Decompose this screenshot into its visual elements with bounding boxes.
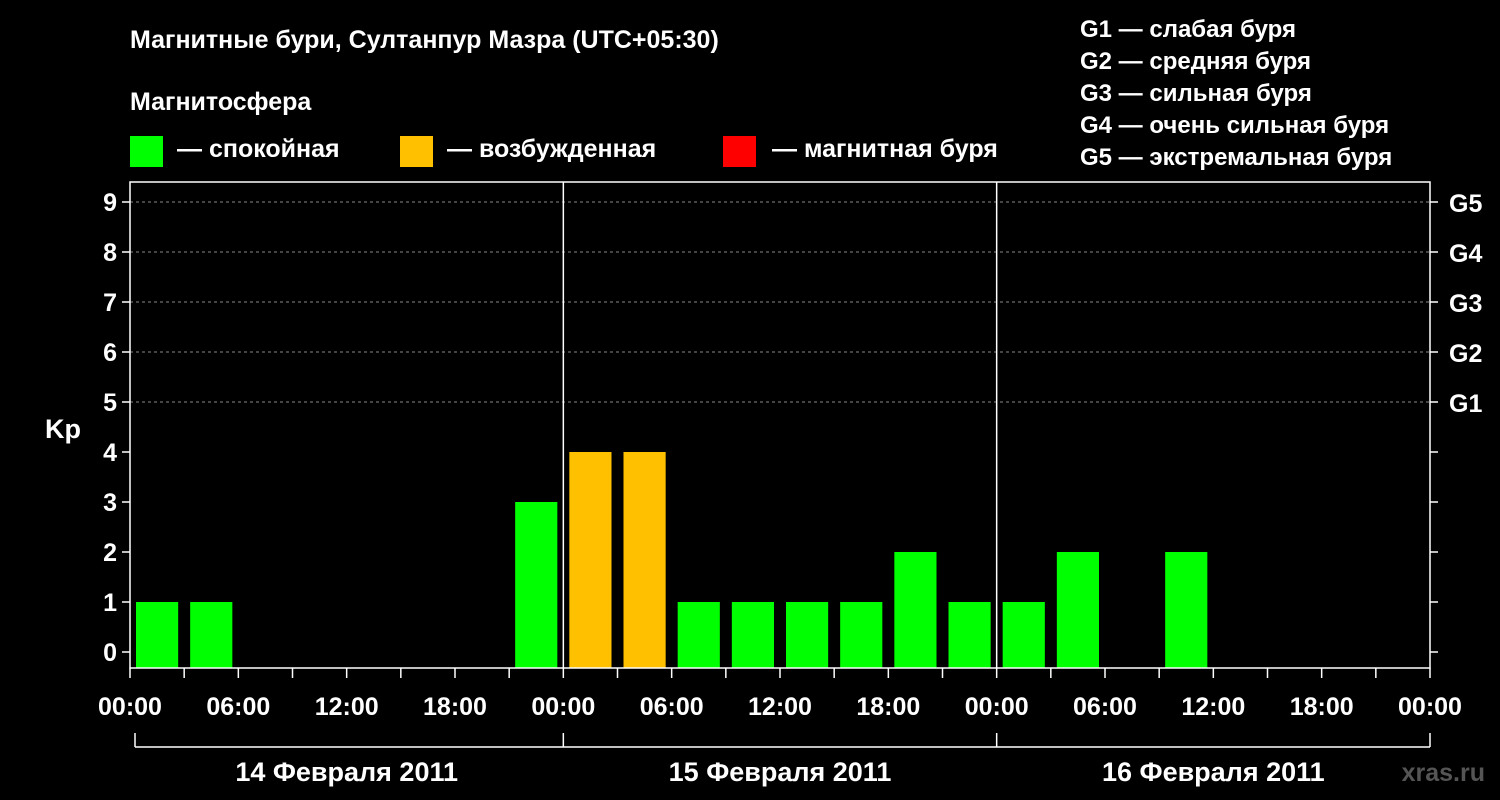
legend-heading: Магнитосфера	[130, 88, 312, 116]
legend-label-calm: — спокойная	[177, 135, 340, 163]
watermark: xras.ru	[1402, 759, 1485, 787]
kp-bar	[677, 602, 720, 668]
day-label: 14 Февраля 2011	[235, 757, 458, 787]
legend: — спокойная — возбужденная — магнитная б…	[130, 135, 998, 167]
y-tick-label: 5	[103, 389, 117, 417]
y-tick-label: 2	[103, 539, 117, 567]
day-label: 16 Февраля 2011	[1102, 757, 1325, 787]
x-tick-label: 00:00	[98, 693, 162, 721]
y-tick-label: 3	[103, 489, 117, 517]
x-tick-label: 00:00	[1398, 693, 1462, 721]
chart-title: Магнитные бури, Султанпур Мазра (UTC+05:…	[130, 26, 719, 54]
day-label: 15 Февраля 2011	[669, 757, 892, 787]
y-tick-label: 6	[103, 339, 117, 367]
g-scale-legend-g1: G1 — слабая буря	[1080, 16, 1296, 43]
y-tick-label: 7	[103, 289, 117, 317]
x-tick-label: 00:00	[531, 693, 595, 721]
x-tick-label: 12:00	[748, 693, 812, 721]
kp-bar	[1002, 602, 1045, 668]
y-tick-label: 0	[103, 639, 117, 667]
g-scale-legend-g2: G2 — средняя буря	[1080, 48, 1311, 75]
kp-bar	[786, 602, 829, 668]
kp-bar	[136, 602, 179, 668]
g-tick-label: G1	[1449, 390, 1482, 418]
g-scale-legend-g5: G5 — экстремальная буря	[1080, 144, 1392, 171]
kp-bar	[1056, 552, 1099, 668]
x-tick-label: 06:00	[206, 693, 270, 721]
kp-bar	[569, 452, 612, 668]
y-axis-label: Kp	[45, 414, 81, 444]
kp-bar	[731, 602, 774, 668]
legend-label-excited: — возбужденная	[447, 135, 656, 163]
legend-label-storm: — магнитная буря	[772, 135, 998, 163]
kp-bar	[623, 452, 666, 668]
legend-swatch-calm	[130, 136, 163, 167]
x-tick-label: 12:00	[315, 693, 379, 721]
g-scale-legend-g3: G3 — сильная буря	[1080, 80, 1312, 107]
y-tick-label: 8	[103, 239, 117, 267]
x-tick-label: 06:00	[640, 693, 704, 721]
legend-swatch-storm	[723, 136, 756, 167]
kp-bar	[894, 552, 937, 668]
x-tick-label: 18:00	[1290, 693, 1354, 721]
legend-swatch-excited	[400, 136, 433, 167]
g-tick-label: G2	[1449, 340, 1482, 368]
kp-bar	[515, 502, 558, 668]
x-tick-label: 00:00	[965, 693, 1029, 721]
g-scale-legend-g4: G4 — очень сильная буря	[1080, 112, 1389, 139]
x-tick-label: 06:00	[1073, 693, 1137, 721]
kp-chart: Магнитные бури, Султанпур Мазра (UTC+05:…	[0, 0, 1500, 800]
y-tick-label: 1	[103, 589, 117, 617]
x-tick-label: 12:00	[1181, 693, 1245, 721]
kp-bar	[1165, 552, 1208, 668]
g-tick-label: G4	[1449, 240, 1482, 268]
kp-bar	[190, 602, 233, 668]
y-tick-label: 4	[103, 439, 117, 467]
y-tick-label: 9	[103, 189, 117, 217]
x-tick-label: 18:00	[856, 693, 920, 721]
g-tick-label: G3	[1449, 290, 1482, 318]
kp-bar	[948, 602, 991, 668]
g-tick-label: G5	[1449, 190, 1482, 218]
x-tick-label: 18:00	[423, 693, 487, 721]
kp-bar	[840, 602, 883, 668]
